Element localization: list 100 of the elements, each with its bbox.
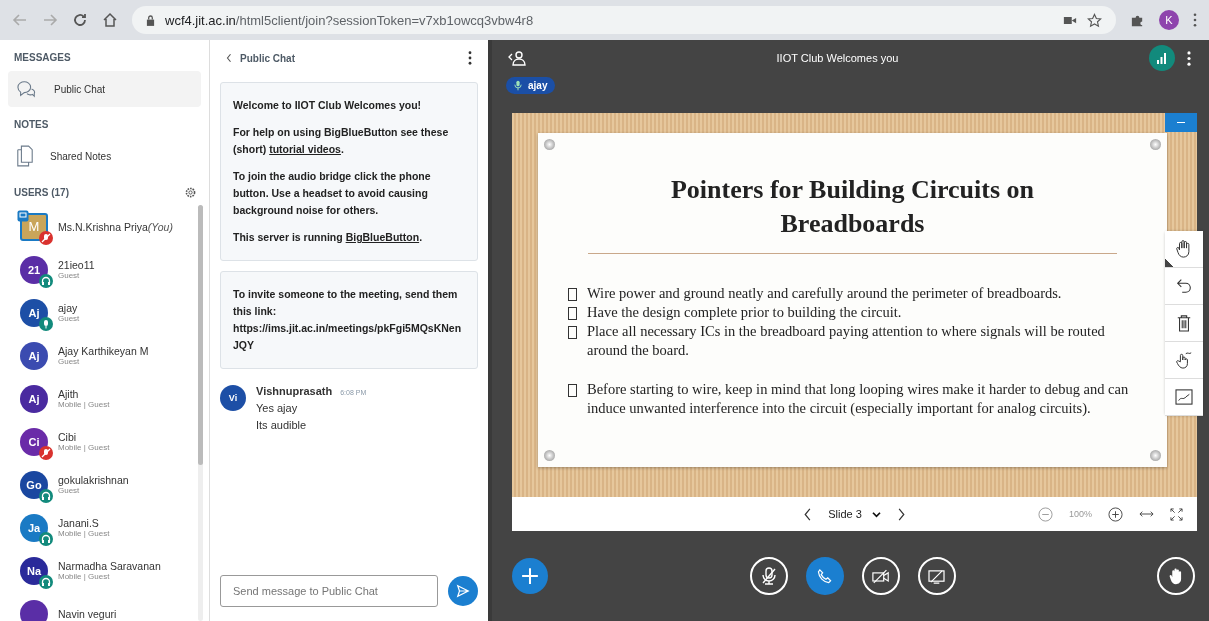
user-list-item[interactable]: Aj Ajay Karthikeyan M Guest: [8, 334, 196, 377]
bullet-text: Wire power and ground neatly and carefully around the perimeter of breadboards.: [587, 284, 1062, 303]
tool-button[interactable]: [1165, 305, 1203, 342]
shared-notes-item[interactable]: Shared Notes: [8, 138, 201, 174]
menu-icon[interactable]: [1193, 13, 1197, 27]
user-name: 21ieo11: [58, 259, 95, 271]
section-heading: USERS (17): [14, 187, 69, 198]
scrollbar[interactable]: [198, 205, 203, 621]
settings-icon[interactable]: [184, 186, 197, 199]
send-icon: [456, 584, 470, 598]
lock-icon: [146, 14, 155, 26]
user-list-item[interactable]: M Ms.N.Krishna Priya(You): [8, 205, 196, 248]
chevron-left-icon: [226, 53, 232, 63]
user-list-item[interactable]: Aj ajay Guest: [8, 291, 196, 334]
user-list-item[interactable]: Go gokulakrishnan Guest: [8, 463, 196, 506]
public-chat-item[interactable]: Public Chat: [8, 71, 201, 107]
previous-slide-icon[interactable]: [804, 507, 813, 521]
microphone-icon: [514, 80, 522, 91]
profile-avatar[interactable]: K: [1159, 10, 1179, 30]
chat-bubbles-icon: [16, 79, 38, 99]
headphones-icon: [39, 574, 53, 589]
fullscreen-icon[interactable]: [1170, 507, 1183, 521]
slide-selector[interactable]: Slide 3: [828, 508, 881, 520]
slide-heading: Pointers for Building Circuits on Breadboards: [669, 174, 1036, 240]
section-heading: MESSAGES: [13, 51, 72, 65]
user-role: Mobile | Guest: [58, 529, 110, 538]
welcome-text: Welcome to IIOT Club Welcomes you!: [233, 98, 423, 113]
user-list-toggle-icon[interactable]: [508, 50, 526, 66]
audio-instructions-text: To join the audio bridge click the phone button. Use a headset to avoid causing background noise for others.: [233, 169, 432, 218]
user-role: Mobile | Guest: [58, 400, 110, 409]
user-avatar: Vi: [220, 385, 246, 411]
microphone-icon: [39, 316, 53, 331]
pin-icon: [544, 139, 555, 150]
user-name: Ajith: [58, 388, 80, 400]
user-name: Navin veguri: [58, 607, 117, 620]
user-list-item[interactable]: Na Narmadha Saravanan Mobile | Guest: [8, 549, 196, 592]
section-heading: NOTES: [13, 118, 50, 132]
fit-width-icon[interactable]: [1139, 510, 1154, 518]
user-role: Guest: [58, 314, 80, 323]
user-list-item[interactable]: Navin veguri: [8, 592, 196, 621]
back-button[interactable]: Public Chat: [226, 52, 295, 64]
actions-button[interactable]: [512, 558, 548, 594]
presenter-icon: [17, 209, 29, 222]
user-list-item[interactable]: Aj Ajith Mobile | Guest: [8, 377, 196, 420]
user-avatar: Aj: [20, 341, 48, 370]
phone-icon: [817, 568, 832, 584]
leave-audio-button[interactable]: [805, 557, 844, 595]
invite-text: To invite someone to the meeting, send them this link: https://ims.jit.ac.in/meetings/pkFgi5MQsKNenJQY: [233, 287, 463, 353]
star-icon[interactable]: [1087, 12, 1102, 28]
tool-button[interactable]: [1165, 231, 1203, 268]
home-icon[interactable]: [102, 12, 118, 28]
server-info-text: This server is running BigBlueButton.: [233, 230, 424, 245]
sender-name: Vishnuprasath: [256, 385, 333, 397]
message-input[interactable]: Send message to Public Chat: [220, 575, 438, 607]
url-text: wcf4.jit.ac.in/html5client/join?sessionToken=v7xb1owcq3vbw4r8: [165, 12, 535, 28]
user-name: Narmadha Saravanan: [58, 560, 161, 572]
headphones-icon: [39, 273, 53, 288]
address-bar[interactable]: wcf4.jit.ac.in/html5client/join?sessionToken=v7xb1owcq3vbw4r8: [132, 6, 1116, 34]
user-role: Guest: [58, 271, 81, 280]
pointing-hand-icon: [1175, 350, 1193, 370]
undo-icon: [1175, 277, 1193, 295]
connection-status-button[interactable]: [1149, 45, 1175, 71]
user-name: Ajay Karthikeyan M: [58, 345, 149, 357]
camera-off-button[interactable]: [861, 557, 900, 595]
user-list-item[interactable]: 21 21ieo11 Guest: [8, 248, 196, 291]
user-list-item[interactable]: Ci Cibi Mobile | Guest: [8, 420, 196, 463]
user-name: Ms.N.Krishna Priya(You): [58, 220, 173, 233]
raise-hand-button[interactable]: [1157, 557, 1195, 595]
unmute-button[interactable]: [749, 557, 788, 595]
user-list-item[interactable]: Ja Janani.S Mobile | Guest: [8, 506, 196, 549]
zoom-in-icon[interactable]: [1108, 506, 1123, 522]
more-options-icon[interactable]: [468, 51, 472, 65]
screen-share-off-button[interactable]: [917, 557, 956, 595]
camera-icon[interactable]: [1063, 14, 1077, 26]
user-avatar: Aj: [20, 384, 48, 413]
signal-bars-icon: [1156, 52, 1168, 64]
user-avatar: Na: [20, 556, 48, 585]
hand-icon: [1175, 239, 1193, 259]
bullet-text: Before starting to wire, keep in mind that long looping wires make it harder to debug and can induce unwanted interference into the circuit (especially important for analog circuits).: [587, 380, 1130, 418]
next-slide-icon[interactable]: [896, 507, 905, 521]
user-avatar: 21: [20, 255, 48, 284]
tool-button[interactable]: [1165, 342, 1203, 379]
muted-microphone-icon: [39, 445, 53, 460]
message-text: Its audible: [256, 419, 308, 431]
tutorial-videos-link[interactable]: tutorial videos: [269, 143, 341, 155]
muted-microphone-icon: [39, 230, 53, 245]
chevron-down-icon: [871, 510, 881, 518]
send-button[interactable]: [448, 576, 478, 606]
bullet-icon: [568, 326, 577, 339]
camera-off-icon: [871, 568, 890, 584]
pin-icon: [1150, 450, 1161, 461]
documents-icon: [16, 145, 34, 167]
trash-icon: [1176, 314, 1192, 332]
message-text: Yes ajay: [256, 402, 299, 414]
bullet-text: Place all necessary ICs in the breadboard paying attention to where signals will be routed around the board.: [587, 322, 1106, 360]
screen-off-icon: [928, 568, 945, 584]
more-options-icon[interactable]: [1187, 50, 1191, 66]
user-role: Mobile | Guest: [58, 572, 111, 581]
user-role: Guest: [58, 357, 81, 366]
reload-icon[interactable]: [72, 12, 88, 28]
